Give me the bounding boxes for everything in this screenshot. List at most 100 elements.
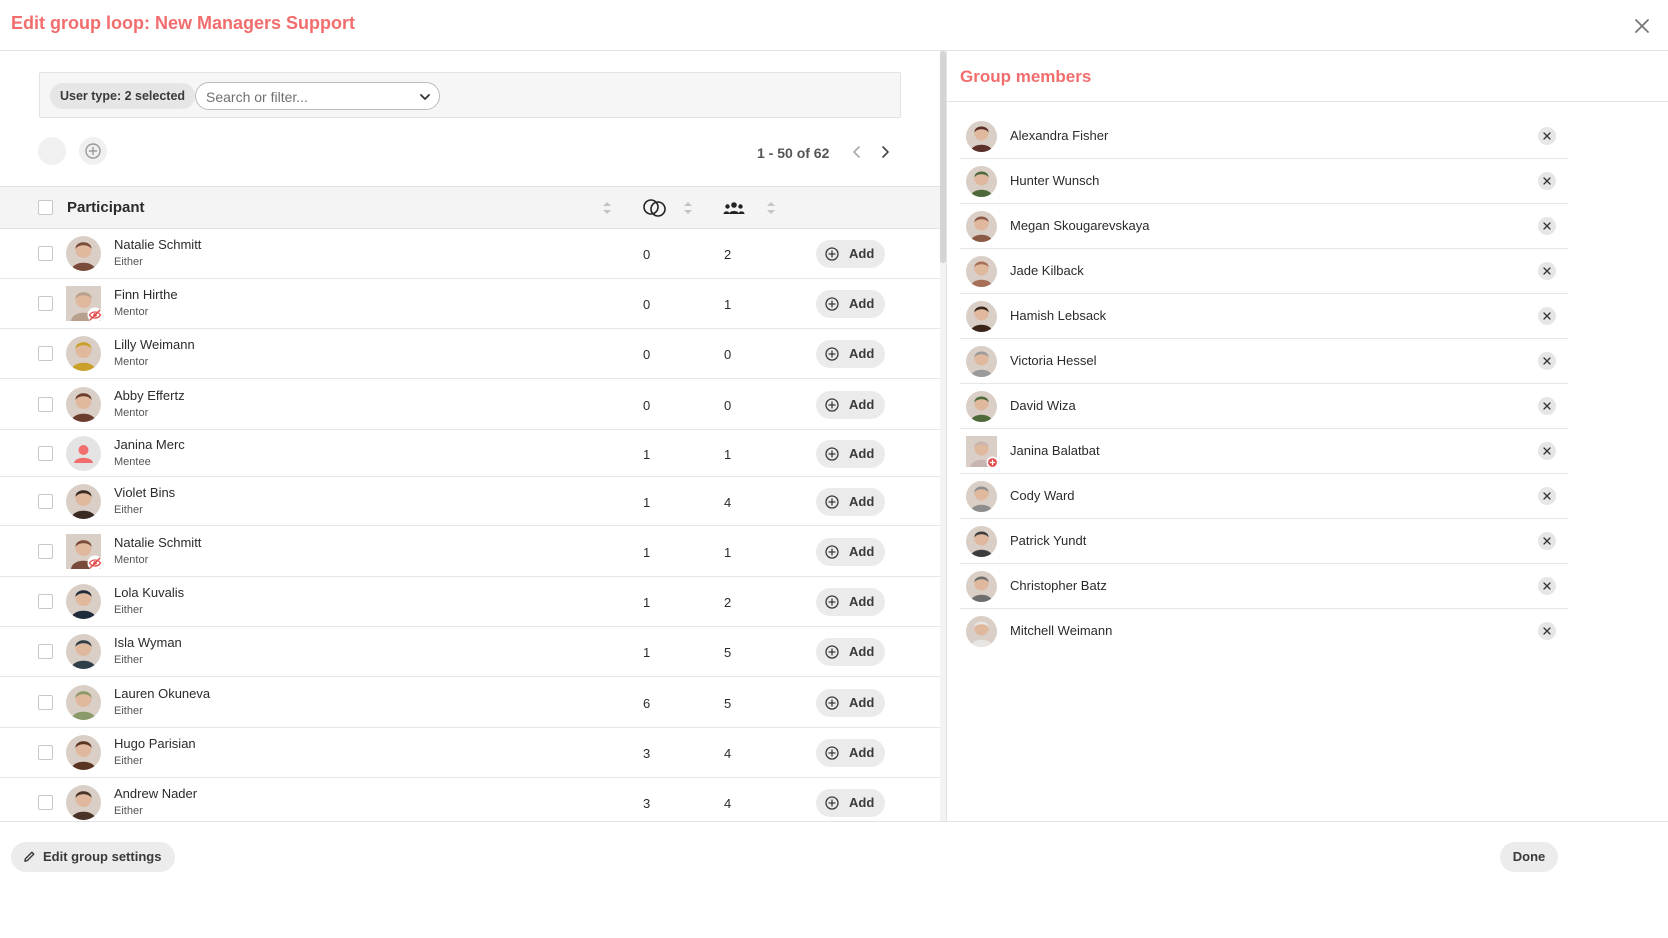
sort-participant-icon[interactable] [601,200,613,216]
table-row: Abby Effertz Mentor 0 0 Add [0,379,942,430]
close-icon [1543,132,1551,140]
table-row: Andrew Nader Either 3 4 Add [0,778,942,821]
groups-count: 1 [724,297,732,312]
done-button[interactable]: Done [1500,842,1558,872]
group-members-pane: Group members Alexandra Fisher Hunter Wun… [947,51,1668,821]
add-circle-icon [825,796,839,810]
row-checkbox[interactable] [38,246,53,261]
avatar [66,634,101,669]
groups-count: 1 [724,447,732,462]
remove-member-button[interactable] [1538,172,1556,190]
remove-member-button[interactable] [1538,397,1556,415]
close-icon [1543,177,1551,185]
loops-count: 1 [643,495,651,510]
add-circle-icon [825,495,839,509]
participant-name: Janina Merc [114,437,185,452]
remove-member-button[interactable] [1538,262,1556,280]
add-participant-button[interactable]: Add [816,538,885,566]
remove-member-button[interactable] [1538,442,1556,460]
row-checkbox[interactable] [38,446,53,461]
participant-name: Abby Effertz [114,388,185,403]
row-checkbox[interactable] [38,795,53,810]
row-checkbox[interactable] [38,695,53,710]
search-filter-select[interactable]: Search or filter... [195,82,440,110]
add-participant-button[interactable]: Add [816,240,885,268]
pencil-icon [24,851,35,862]
add-circle-icon [825,645,839,659]
groups-count: 4 [724,746,732,761]
remove-member-button[interactable] [1538,127,1556,145]
participant-name: Andrew Nader [114,786,198,801]
remove-member-button[interactable] [1538,577,1556,595]
remove-member-button[interactable] [1538,217,1556,235]
search-filter-placeholder: Search or filter... [206,89,308,105]
participant-name: Lauren Okuneva [114,686,211,701]
participant-name: Natalie Schmitt [114,535,202,550]
bulk-select-placeholder [38,137,66,165]
add-label: Add [849,594,875,609]
add-label: Add [849,695,875,710]
member-item: Jade Kilback [960,249,1568,294]
add-participant-button[interactable]: Add [816,290,885,318]
member-item: Cody Ward [960,474,1568,519]
loops-count: 6 [643,696,651,711]
sort-loops-icon[interactable] [682,200,694,216]
participant-name: Finn Hirthe [114,287,178,302]
member-name: Mitchell Weimann [1010,623,1113,638]
close-icon [1635,19,1649,33]
row-checkbox[interactable] [38,494,53,509]
member-name: Megan Skougarevskaya [1010,218,1150,233]
remove-member-button[interactable] [1538,307,1556,325]
close-button[interactable] [1631,15,1653,37]
row-checkbox[interactable] [38,594,53,609]
avatar [66,534,103,571]
avatar [966,121,997,152]
add-participant-button[interactable]: Add [816,340,885,368]
add-participant-button[interactable]: Add [816,689,885,717]
next-page-button[interactable] [877,144,893,160]
add-participant-button[interactable]: Add [816,488,885,516]
add-circle-icon [825,595,839,609]
avatar [66,236,101,271]
row-checkbox[interactable] [38,397,53,412]
remove-member-button[interactable] [1538,487,1556,505]
hidden-profile-icon [87,555,103,571]
add-participant-button[interactable]: Add [816,440,885,468]
remove-member-button[interactable] [1538,622,1556,640]
add-participant-button[interactable]: Add [816,789,885,817]
chevron-right-icon [882,146,889,158]
add-participant-button[interactable]: Add [816,739,885,767]
member-name: Janina Balatbat [1010,443,1100,458]
participant-name: Natalie Schmitt [114,237,202,252]
pagination-range: 1 - 50 of 62 [757,145,830,161]
add-participant-button[interactable]: Add [816,588,885,616]
add-participant-button[interactable]: Add [816,638,885,666]
row-checkbox[interactable] [38,346,53,361]
select-all-checkbox[interactable] [38,200,53,215]
loops-count: 0 [643,347,651,362]
participant-role: Mentor [114,407,149,419]
remove-member-button[interactable] [1538,532,1556,550]
add-participant-button[interactable]: Add [816,391,885,419]
hidden-profile-icon [87,307,103,323]
avatar [966,166,997,197]
sort-groups-icon[interactable] [765,200,777,216]
row-checkbox[interactable] [38,296,53,311]
user-type-filter-chip[interactable]: User type: 2 selected [50,83,196,109]
avatar [966,481,997,512]
previous-page-button[interactable] [849,144,865,160]
member-item: Hamish Lebsack [960,294,1568,339]
edit-group-settings-button[interactable]: Edit group settings [11,842,176,872]
remove-member-button[interactable] [1538,352,1556,370]
member-name: Jade Kilback [1010,263,1084,278]
member-name: Christopher Batz [1010,578,1107,593]
participant-column-header[interactable]: Participant [67,199,145,216]
bulk-add-button[interactable] [79,137,107,165]
participant-role: Mentor [114,306,149,318]
row-checkbox[interactable] [38,644,53,659]
avatar [66,436,101,471]
table-row: Hugo Parisian Either 3 4 Add [0,728,942,778]
row-checkbox[interactable] [38,544,53,559]
row-checkbox[interactable] [38,745,53,760]
group-members-divider [947,101,1668,102]
